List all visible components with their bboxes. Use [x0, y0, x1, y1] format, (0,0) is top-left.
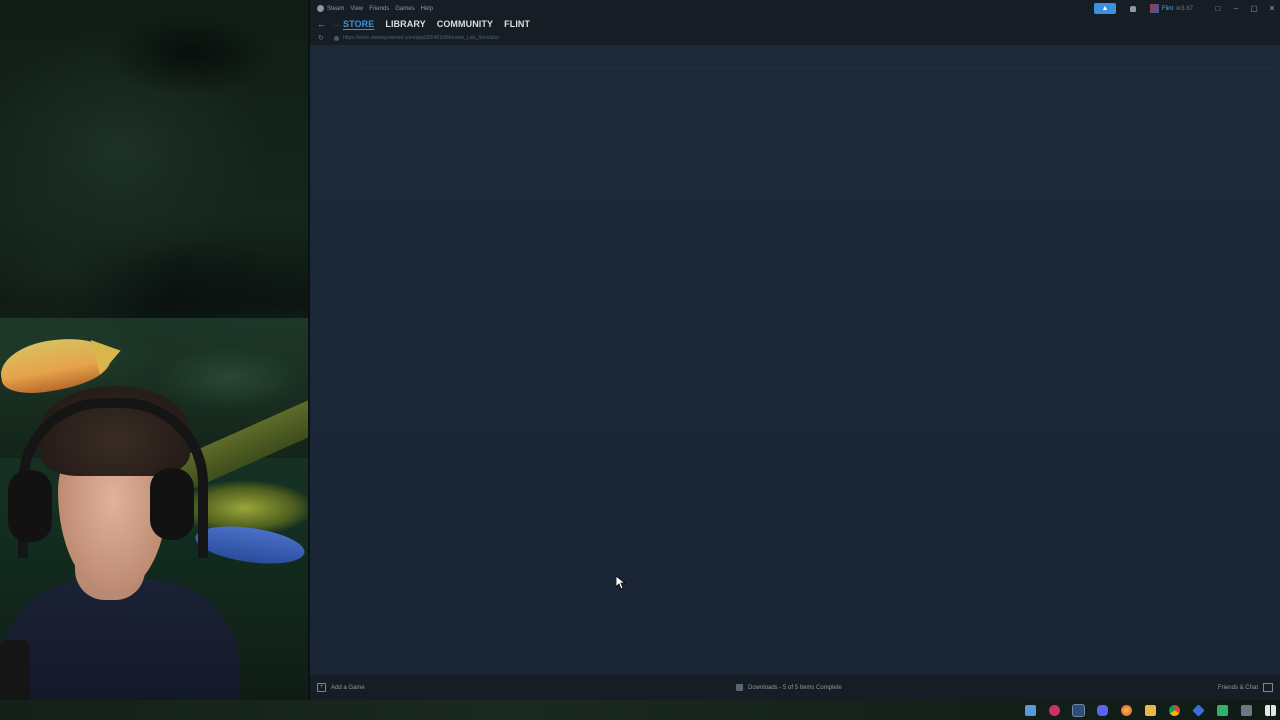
taskbar	[0, 700, 1280, 720]
avatar[interactable]	[1149, 4, 1159, 13]
tab-community[interactable]: COMMUNITY	[437, 19, 493, 29]
minimize-icon[interactable]: –	[1227, 0, 1245, 17]
plus-icon[interactable]: +	[317, 683, 326, 692]
megaphone-icon[interactable]: ▲	[1093, 3, 1116, 14]
app-icon-2[interactable]	[1217, 704, 1228, 716]
snip-icon[interactable]	[1025, 704, 1036, 716]
add-game-button[interactable]: Add a Game	[331, 685, 365, 691]
store-page-content	[310, 45, 1280, 675]
url-bar: ↻ https://store.steampowered.com/app/305…	[310, 31, 1280, 45]
headphone-cup-left	[8, 470, 52, 542]
lock-icon	[334, 35, 339, 41]
menu-games[interactable]: Games	[395, 6, 414, 12]
menu-friends[interactable]: Friends	[369, 6, 389, 12]
downloads-label[interactable]: Downloads - 5 of 5 Items Complete	[748, 685, 842, 691]
menu-view[interactable]: View	[350, 6, 363, 12]
app-icon[interactable]	[1192, 703, 1205, 717]
tab-store[interactable]: STORE	[343, 19, 374, 29]
menu-steam[interactable]: Steam	[327, 6, 344, 12]
streamer-hoodie	[0, 580, 240, 720]
tab-library[interactable]: LIBRARY	[385, 19, 425, 29]
nav-bar: ← → STORE LIBRARY COMMUNITY FLINT	[310, 17, 1280, 31]
title-bar-right: ▲ Flint kr3.87 □ – ▢ ✕	[1093, 0, 1280, 17]
chrome-icon[interactable]	[1169, 704, 1180, 716]
content-divider	[360, 68, 1270, 69]
arrow-left-icon[interactable]: ←	[317, 19, 326, 29]
taskbar-tray	[1012, 700, 1276, 720]
steam-window: Steam View Friends Games Help ▲ Flint kr…	[309, 0, 1280, 700]
downloads-status[interactable]: Downloads - 5 of 5 Items Complete	[736, 675, 842, 700]
windows-icon[interactable]	[1265, 704, 1276, 716]
firefox-icon[interactable]	[1121, 704, 1132, 716]
media-icon[interactable]	[1049, 704, 1060, 716]
close-icon[interactable]: ✕	[1263, 0, 1280, 17]
headphone-cup-right	[150, 468, 194, 540]
title-bar: Steam View Friends Games Help ▲ Flint kr…	[310, 0, 1280, 17]
monitor-icon[interactable]: □	[1209, 0, 1227, 17]
tab-profile[interactable]: FLINT	[504, 19, 530, 29]
steam-icon[interactable]	[1072, 703, 1085, 717]
friends-chat-label[interactable]: Friends & Chat	[1218, 685, 1258, 691]
menu-help[interactable]: Help	[421, 6, 433, 12]
download-icon	[736, 684, 743, 691]
webcam-feed	[0, 0, 308, 720]
arrow-right-icon[interactable]: →	[331, 19, 340, 29]
reload-icon[interactable]: ↻	[318, 34, 328, 42]
bottom-bar: + Add a Game Downloads - 5 of 5 Items Co…	[310, 675, 1280, 700]
chat-icon[interactable]	[1263, 683, 1273, 692]
maximize-icon[interactable]: ▢	[1245, 0, 1263, 17]
app-icon-3[interactable]	[1241, 704, 1252, 716]
folder-icon[interactable]	[1145, 704, 1156, 716]
url-text[interactable]: https://store.steampowered.com/app/30546…	[343, 35, 499, 41]
user-name[interactable]: Flint	[1162, 6, 1173, 12]
discord-icon[interactable]	[1097, 704, 1108, 716]
steam-logo-icon	[317, 5, 324, 12]
wallet-balance[interactable]: kr3.87	[1176, 6, 1193, 12]
friends-chat[interactable]: Friends & Chat	[1213, 675, 1273, 700]
bell-icon[interactable]	[1129, 5, 1136, 12]
